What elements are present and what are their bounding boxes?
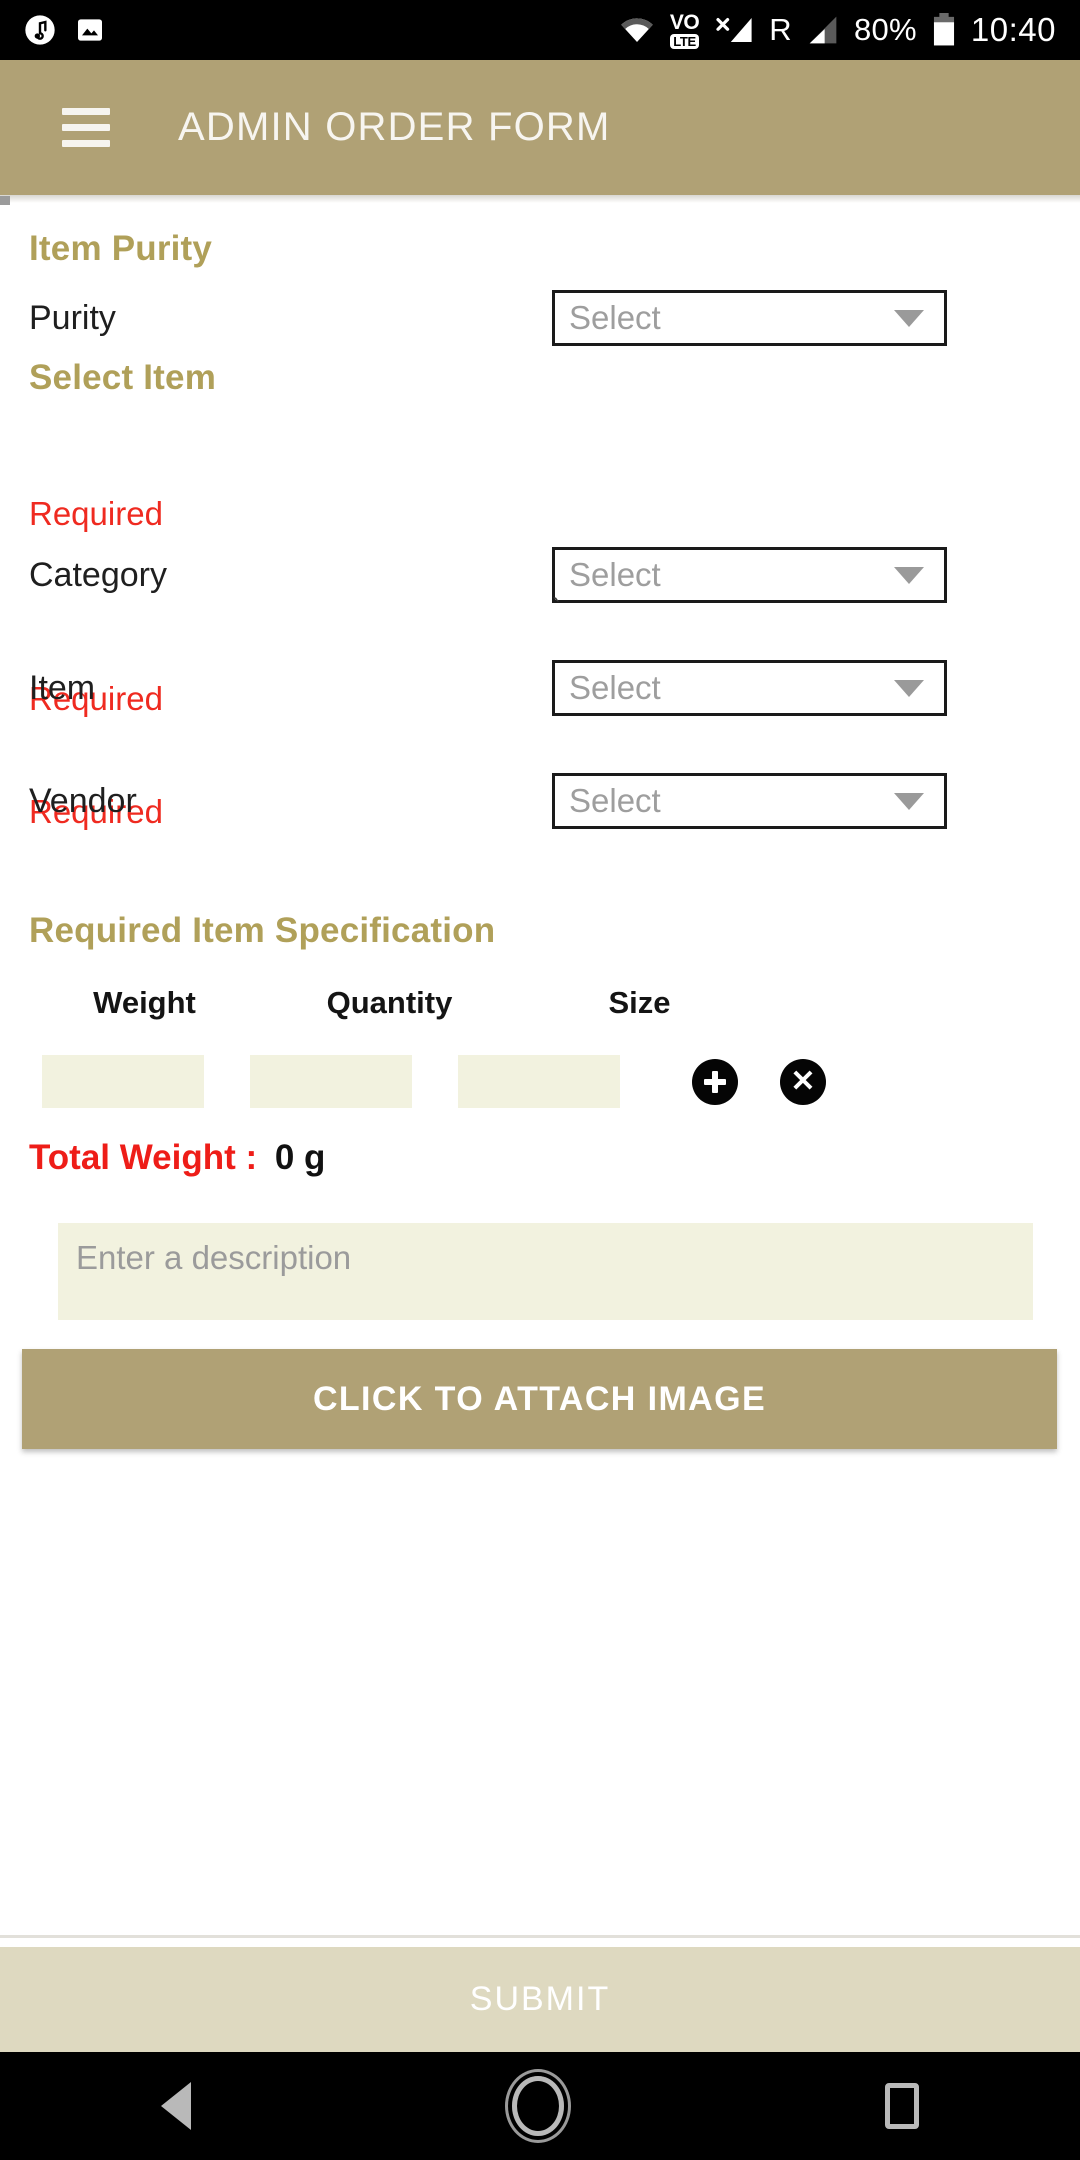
battery-percent-label: 80% — [853, 12, 917, 47]
category-select-value: Select — [569, 556, 661, 593]
clock-label: 10:40 — [970, 11, 1056, 48]
app-bar: ADMIN ORDER FORM — [0, 60, 1080, 195]
weight-input[interactable] — [42, 1055, 204, 1108]
submit-button[interactable]: SUBMIT — [0, 1947, 1080, 2052]
scroll-indicator — [0, 196, 10, 205]
chevron-down-icon — [894, 309, 924, 327]
field-row-vendor: Vendor Select — [0, 771, 1080, 831]
music-note-icon — [24, 14, 56, 46]
signal-bars-icon — [806, 15, 840, 45]
item-select[interactable]: Select — [552, 660, 947, 716]
chevron-down-icon — [894, 566, 924, 584]
total-weight-row: Total Weight : 0 g — [29, 1138, 325, 1178]
description-placeholder: Enter a description — [76, 1239, 352, 1276]
total-weight-label: Total Weight : — [29, 1138, 258, 1177]
plus-circle-icon[interactable] — [692, 1058, 738, 1105]
status-bar-left-icons — [0, 14, 106, 46]
field-label-vendor: Vendor — [29, 781, 137, 820]
description-input[interactable]: Enter a description — [58, 1223, 1033, 1320]
page-title: ADMIN ORDER FORM — [178, 105, 611, 149]
spec-column-weight: Weight — [93, 985, 196, 1020]
hamburger-menu-icon[interactable] — [62, 108, 110, 147]
wifi-icon — [618, 15, 656, 45]
purity-select-value: Select — [569, 299, 661, 336]
status-bar: VO LTE R 80% 10:40 — [0, 0, 1080, 60]
battery-icon — [931, 13, 957, 47]
section-heading-specification: Required Item Specification — [29, 911, 496, 950]
field-row-item: Item Select — [0, 658, 1080, 718]
error-purity: Required — [29, 495, 163, 532]
table-row: ✕ — [42, 1055, 1052, 1108]
section-heading-item-purity: Item Purity — [29, 229, 213, 268]
field-row-purity: Purity Select — [0, 288, 1080, 348]
spec-table-header: Weight Quantity Size — [22, 985, 902, 1021]
item-select-value: Select — [569, 669, 661, 706]
purity-select[interactable]: Select — [552, 290, 947, 346]
field-label-purity: Purity — [29, 298, 116, 337]
back-triangle-icon[interactable] — [160, 2082, 191, 2130]
field-row-category: Category Select — [0, 545, 1080, 605]
volte-icon: VO LTE — [669, 10, 700, 49]
field-label-item: Item — [29, 668, 96, 707]
roaming-label: R — [769, 12, 792, 47]
size-input[interactable] — [458, 1055, 620, 1108]
vendor-select-value: Select — [569, 782, 661, 819]
spec-column-size: Size — [608, 985, 671, 1020]
image-icon — [74, 14, 106, 46]
spec-column-quantity: Quantity — [326, 985, 453, 1020]
total-weight-value: 0 g — [274, 1138, 326, 1177]
close-circle-icon[interactable]: ✕ — [780, 1058, 826, 1105]
category-select[interactable]: Select — [552, 547, 947, 603]
phone-screen: VO LTE R 80% 10:40 ADMIN ORDER FORM Item… — [0, 0, 1080, 2160]
app-bar-shadow — [0, 195, 1080, 203]
submit-separator — [0, 1935, 1080, 1938]
android-nav-bar — [0, 2052, 1080, 2160]
section-heading-select-item: Select Item — [29, 358, 217, 397]
chevron-down-icon — [894, 792, 924, 810]
field-label-category: Category — [29, 555, 167, 594]
recents-square-icon[interactable] — [885, 2083, 920, 2129]
stray-character: ` — [552, 593, 561, 623]
chevron-down-icon — [894, 679, 924, 697]
quantity-input[interactable] — [250, 1055, 412, 1108]
signal-no-service-icon — [713, 14, 755, 46]
home-circle-icon[interactable] — [511, 2076, 564, 2136]
status-bar-right-icons: VO LTE R 80% 10:40 — [618, 11, 1080, 49]
vendor-select[interactable]: Select — [552, 773, 947, 829]
attach-image-button[interactable]: CLICK TO ATTACH IMAGE — [22, 1349, 1057, 1449]
